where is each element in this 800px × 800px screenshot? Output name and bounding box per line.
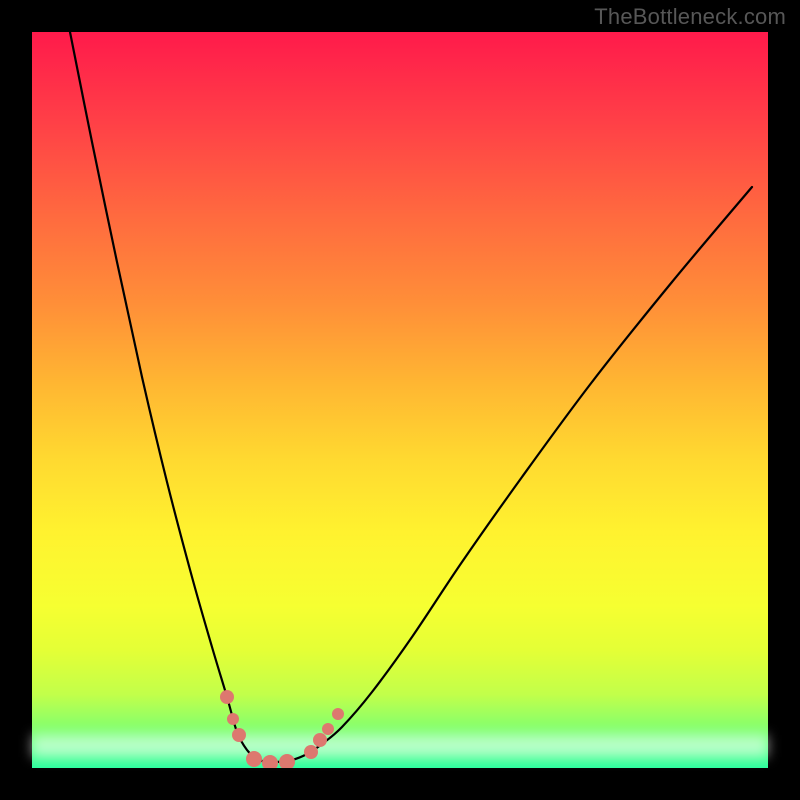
marker-point bbox=[304, 745, 318, 759]
marker-point bbox=[220, 690, 234, 704]
marker-point bbox=[227, 713, 239, 725]
marker-point bbox=[262, 755, 278, 768]
bottleneck-curve bbox=[70, 32, 752, 762]
marker-point bbox=[279, 754, 295, 768]
watermark-text: TheBottleneck.com bbox=[594, 4, 786, 30]
curve-layer bbox=[32, 32, 768, 768]
marker-point bbox=[232, 728, 246, 742]
outer-frame: TheBottleneck.com bbox=[0, 0, 800, 800]
marker-point bbox=[332, 708, 344, 720]
optimal-markers bbox=[220, 690, 344, 768]
marker-point bbox=[313, 733, 327, 747]
plot-area bbox=[32, 32, 768, 768]
marker-point bbox=[246, 751, 262, 767]
marker-point bbox=[322, 723, 334, 735]
